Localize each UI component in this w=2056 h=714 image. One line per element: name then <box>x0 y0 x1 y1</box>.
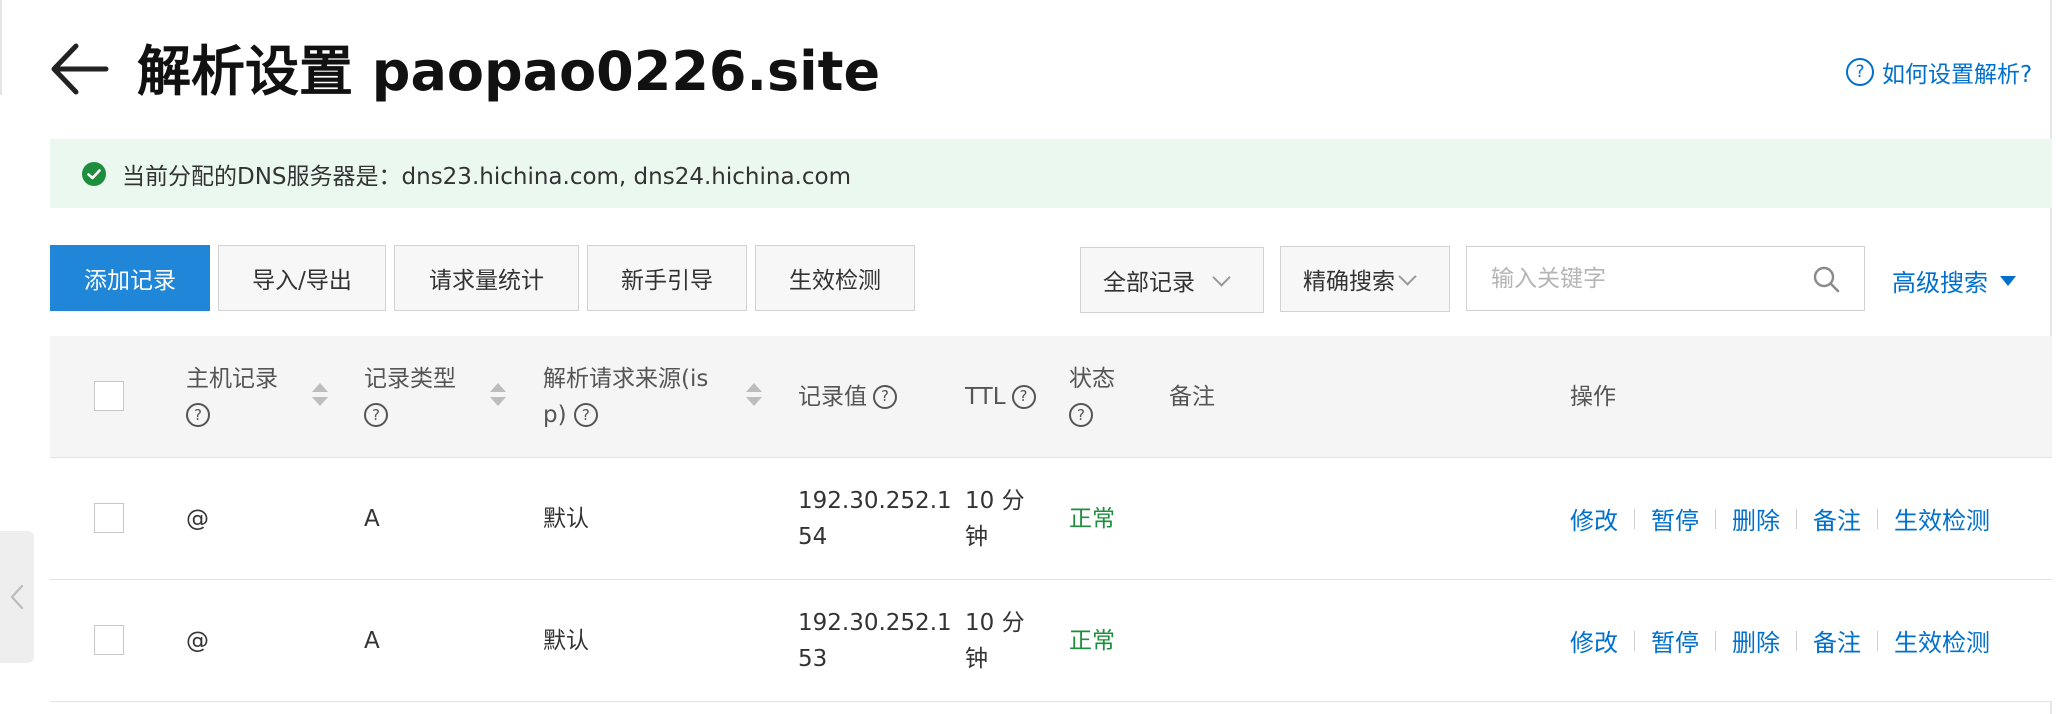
search-icon[interactable] <box>1812 265 1840 293</box>
cell-value-line1: 192.30.252.1 <box>798 487 952 514</box>
record-filter-value: 全部记录 <box>1103 270 1195 296</box>
beginner-guide-button[interactable]: 新手引导 <box>587 245 747 311</box>
table-row: @ A 默认 192.30.252.1 54 10 分钟 正常 修改 暂停 删除 … <box>50 458 2052 580</box>
cell-ttl-line2: 钟 <box>965 523 988 550</box>
column-isp-label-line2: p) <box>543 401 567 428</box>
search-mode-value: 精确搜索 <box>1303 269 1395 295</box>
row-actions: 修改 暂停 删除 备注 生效检测 <box>1570 458 1990 579</box>
cell-value-line2: 54 <box>798 523 828 550</box>
question-icon[interactable]: ? <box>573 403 598 427</box>
remark-link[interactable]: 备注 <box>1813 501 1861 536</box>
divider <box>1634 630 1635 651</box>
cell-ttl-line1: 10 分 <box>965 487 1025 514</box>
effect-check-link[interactable]: 生效检测 <box>1894 501 1990 536</box>
search-input[interactable] <box>1489 264 1793 293</box>
effect-check-link[interactable]: 生效检测 <box>1894 623 1990 658</box>
sidebar-toggle[interactable] <box>0 531 34 663</box>
add-record-button[interactable]: 添加记录 <box>50 245 210 311</box>
advanced-search-link[interactable]: 高级搜索 <box>1892 263 2016 298</box>
cell-value: 192.30.252.1 53 <box>798 580 952 701</box>
back-arrow-icon[interactable] <box>46 36 112 102</box>
select-all-checkbox[interactable] <box>94 381 124 411</box>
cell-host: @ <box>186 627 209 654</box>
column-isp: 解析请求来源(is p) ? <box>543 336 753 457</box>
record-filter-select[interactable]: 全部记录 <box>1080 247 1264 313</box>
question-icon[interactable]: ? <box>1011 384 1036 409</box>
row-actions: 修改 暂停 删除 备注 生效检测 <box>1570 580 1990 701</box>
caret-down-icon <box>2000 275 2016 286</box>
check-circle-icon <box>82 161 106 186</box>
left-edge <box>0 0 2 95</box>
cell-ttl-line2: 钟 <box>965 645 988 672</box>
cell-status: 正常 <box>1069 505 1115 532</box>
pause-link[interactable]: 暂停 <box>1651 623 1699 658</box>
edit-link[interactable]: 修改 <box>1570 501 1618 536</box>
pause-link[interactable]: 暂停 <box>1651 501 1699 536</box>
divider <box>1715 508 1716 529</box>
table-row: @ A 默认 192.30.252.1 53 10 分钟 正常 修改 暂停 删除 … <box>50 580 2052 702</box>
request-stats-button[interactable]: 请求量统计 <box>394 245 579 311</box>
table-header: 主机记录 ? 记录类型 ? 解析请求来源(is p) ? 记录值 ? TTL ? <box>50 336 2052 458</box>
column-host-label: 主机记录 <box>186 365 278 392</box>
cell-value-line2: 53 <box>798 645 828 672</box>
divider <box>1634 508 1635 529</box>
cell-value: 192.30.252.1 54 <box>798 458 952 579</box>
cell-ttl: 10 分钟 <box>965 458 1025 579</box>
page-title: 解析设置 paopao0226.site <box>137 40 881 103</box>
divider <box>1796 508 1797 529</box>
cell-ttl: 10 分钟 <box>965 580 1025 701</box>
help-link[interactable]: ? 如何设置解析? <box>1846 55 2032 89</box>
question-icon[interactable]: ? <box>1069 403 1093 427</box>
question-icon[interactable]: ? <box>186 403 210 427</box>
edit-link[interactable]: 修改 <box>1570 623 1618 658</box>
question-icon[interactable]: ? <box>873 384 897 409</box>
cell-type: A <box>364 505 380 532</box>
divider <box>1796 630 1797 651</box>
cell-host: @ <box>186 505 209 532</box>
sort-type-icon[interactable] <box>490 383 506 406</box>
delete-link[interactable]: 删除 <box>1732 623 1780 658</box>
chevron-down-icon <box>1398 266 1417 286</box>
cell-isp: 默认 <box>543 505 589 532</box>
row-checkbox[interactable] <box>94 503 124 533</box>
column-status: 状态 ? <box>1069 336 1115 457</box>
column-ttl: TTL ? <box>965 336 1036 457</box>
sort-isp-icon[interactable] <box>746 383 762 406</box>
advanced-search-label: 高级搜索 <box>1892 269 1988 297</box>
column-actions: 操作 <box>1570 383 1616 410</box>
column-status-label: 状态 <box>1069 365 1115 392</box>
row-checkbox[interactable] <box>94 625 124 655</box>
column-ttl-label: TTL <box>965 383 1006 410</box>
dns-notice: 当前分配的DNS服务器是：dns23.hichina.com, dns24.hi… <box>50 139 2052 208</box>
cell-value-line1: 192.30.252.1 <box>798 609 952 636</box>
help-icon: ? <box>1846 58 1874 86</box>
remark-link[interactable]: 备注 <box>1813 623 1861 658</box>
column-host: 主机记录 ? <box>186 336 278 457</box>
column-remark: 备注 <box>1169 383 1215 410</box>
column-value: 记录值 ? <box>798 336 897 457</box>
column-type: 记录类型 ? <box>364 336 456 457</box>
import-export-button[interactable]: 导入/导出 <box>218 245 386 311</box>
delete-link[interactable]: 删除 <box>1732 501 1780 536</box>
cell-ttl-line1: 10 分 <box>965 609 1025 636</box>
cell-type: A <box>364 627 380 654</box>
effect-check-button[interactable]: 生效检测 <box>755 245 915 311</box>
chevron-left-icon <box>10 584 24 610</box>
column-type-label: 记录类型 <box>364 365 456 392</box>
column-isp-label-line1: 解析请求来源(is <box>543 365 709 392</box>
cell-status: 正常 <box>1069 627 1115 654</box>
search-mode-select[interactable]: 精确搜索 <box>1280 246 1450 312</box>
chevron-down-icon <box>1212 267 1231 287</box>
notice-text: 当前分配的DNS服务器是：dns23.hichina.com, dns24.hi… <box>122 163 851 190</box>
cell-isp: 默认 <box>543 627 589 654</box>
dns-records-table: 主机记录 ? 记录类型 ? 解析请求来源(is p) ? 记录值 ? TTL ? <box>50 336 2052 702</box>
column-value-label: 记录值 <box>798 383 867 410</box>
divider <box>1877 508 1878 529</box>
divider <box>1715 630 1716 651</box>
question-icon[interactable]: ? <box>364 403 388 427</box>
help-link-label: 如何设置解析? <box>1882 62 2033 88</box>
divider <box>1877 630 1878 651</box>
search-box <box>1466 246 1865 311</box>
sort-host-icon[interactable] <box>312 383 328 406</box>
